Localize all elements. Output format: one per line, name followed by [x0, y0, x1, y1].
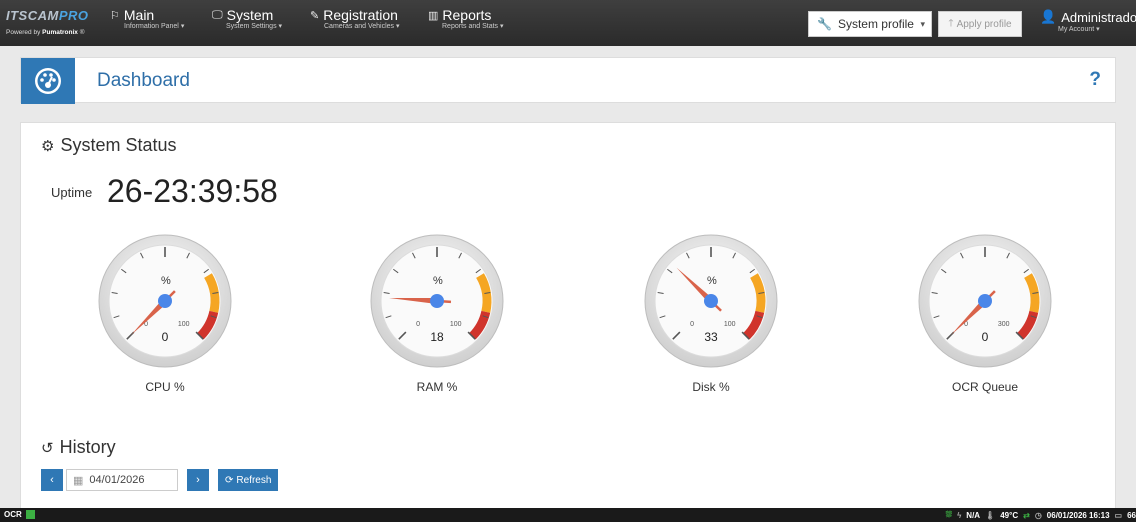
gauge-unit: %	[161, 275, 171, 287]
wrench-icon: 🔧	[817, 17, 832, 31]
dashboard-gauge-icon: ⚙	[41, 137, 55, 155]
disk-usage-value: 66	[1127, 510, 1136, 520]
nav-registration-title: Registration	[323, 7, 398, 23]
gauge-disk-dial: 0 100% 33	[644, 234, 778, 368]
monitor-icon: 🖵	[212, 8, 223, 21]
refresh-label: Refresh	[236, 474, 272, 486]
uptime-label: Uptime	[51, 185, 93, 200]
disk-icon: ▭	[1114, 510, 1123, 520]
powered-by-text: Powered by Pumatronix ®	[6, 29, 85, 36]
power-icon: ϟ	[957, 510, 962, 520]
gauge-hub	[978, 294, 992, 308]
flag-icon: ⚐	[110, 9, 120, 22]
gauge-cpu-dial: 0 100%0	[98, 234, 232, 368]
gauge-value: 0	[982, 330, 989, 344]
nav-reports[interactable]: ▥ Reports Reports and Stats	[428, 8, 504, 40]
power-status: N/A	[966, 510, 981, 520]
account-menu[interactable]: 👤 Administrador My Account	[1040, 9, 1136, 33]
edit-icon: ✎	[310, 9, 320, 22]
nav-main[interactable]: ⚐ Main Information Panel	[110, 8, 184, 40]
gauge-ocr-label: OCR Queue	[951, 380, 1019, 394]
help-icon[interactable]: ?	[1089, 69, 1101, 91]
arrow-up-icon: 🡑	[948, 17, 954, 29]
gauge-value: 33	[704, 330, 718, 344]
gauge-ram-dial: 0 100% 18	[370, 234, 504, 368]
refresh-button[interactable]: ⟳ Refresh	[218, 469, 279, 491]
user-icon: 👤	[1040, 9, 1057, 24]
gauge-cpu-label: CPU %	[145, 380, 185, 394]
gauge-value: 0	[162, 330, 169, 344]
gauge-disk: 0 100% 33	[641, 231, 781, 371]
clock-icon: ◷	[1034, 510, 1042, 520]
gauge-disk-label: Disk %	[692, 380, 730, 394]
chevron-down-icon: ▾	[920, 18, 925, 29]
history-title: History	[59, 437, 116, 457]
apply-profile-button[interactable]: 🡑 Apply profile	[938, 11, 1022, 37]
nav-registration[interactable]: ✎ Registration Cameras and Vehicles	[310, 8, 400, 40]
gauge-ram: 0 100% 18	[367, 231, 507, 371]
system-status-heading: ⚙ System Status	[41, 135, 177, 156]
nav-reports-subtitle: Reports and Stats	[442, 22, 504, 31]
gauge-min-label: 0	[416, 321, 420, 328]
thermometer-icon: 🌡	[985, 510, 996, 520]
history-date-value: 04/01/2026	[89, 474, 145, 486]
gauge-value: 18	[430, 330, 444, 344]
system-status-title: System Status	[60, 135, 177, 155]
history-icon: ↺	[41, 439, 54, 457]
nav-main-title: Main	[123, 7, 155, 23]
uptime-value: 26-23:39:58	[107, 173, 278, 209]
gauge-hub	[158, 294, 172, 308]
ocr-label: OCR	[4, 510, 22, 519]
gauge-min-label: 0	[690, 321, 694, 328]
datetime-value: 06/01/2026 16:13	[1046, 510, 1110, 520]
gauge-ocr-queue: 0 300 0	[915, 231, 1055, 371]
temperature-value: 49°C	[1000, 510, 1019, 520]
history-heading: ↺ History	[41, 437, 116, 458]
app-logo[interactable]: ITSCAMPRO Powered by Pumatronix ®	[6, 8, 96, 42]
bar-chart-icon: ▥	[428, 9, 439, 22]
system-profile-select[interactable]: 🔧 System profile ▾	[808, 11, 932, 37]
history-date-input[interactable]: ▦ 04/01/2026	[66, 469, 178, 491]
status-indicators: ⛆ ϟ N/A 🌡 49°C ⇄ ◷ 06/01/2026 16:13 ▭ 66	[946, 510, 1136, 520]
dashboard-icon	[21, 58, 75, 104]
nav-system-title: System	[226, 7, 274, 23]
gauge-max-label: 100	[724, 321, 736, 328]
sync-icon: ⇄	[1023, 510, 1030, 520]
page-title: Dashboard	[97, 70, 190, 91]
profile-select-value: System profile	[837, 17, 914, 31]
account-subtitle: My Account	[1058, 25, 1136, 33]
nav-reports-title: Reports	[442, 7, 492, 23]
logo-text: ITSCAMPRO	[6, 8, 89, 23]
dashboard-header: Dashboard ?	[20, 57, 1116, 104]
calendar-icon: ▦	[73, 474, 84, 487]
top-navigation-bar: ITSCAMPRO Powered by Pumatronix ® ⚐ Main …	[0, 0, 1136, 46]
gauge-hub	[704, 294, 718, 308]
previous-day-button[interactable]: ‹	[41, 469, 63, 491]
gauge-unit: %	[707, 275, 717, 287]
nav-main-subtitle: Information Panel	[124, 22, 184, 31]
gauge-max-label: 100	[450, 321, 462, 328]
history-controls: ‹ ▦ 04/01/2026 › ⟳ Refresh	[41, 468, 279, 492]
gauge-max-label: 100	[178, 321, 190, 328]
gauge-ocr-dial: 0 3000	[918, 234, 1052, 368]
nav-registration-subtitle: Cameras and Vehicles	[324, 22, 400, 31]
gauge-ram-label: RAM %	[416, 380, 458, 394]
ok-check-icon	[25, 510, 35, 519]
gauge-cpu: 0 100% 0	[95, 231, 235, 371]
next-day-button[interactable]: ›	[187, 469, 209, 491]
status-bar: OCR ⛆ ϟ N/A 🌡 49°C ⇄ ◷ 06/01/2026 16:13 …	[0, 508, 1136, 522]
nav-system-subtitle: System Settings	[226, 22, 282, 31]
gauge-max-label: 300	[998, 321, 1010, 328]
apply-profile-label: Apply profile	[956, 18, 1012, 30]
refresh-icon: ⟳	[225, 474, 234, 486]
nav-system[interactable]: 🖵 System System Settings	[212, 8, 282, 40]
system-status-panel: ⚙ System Status Uptime 26-23:39:58 0 100%…	[20, 122, 1116, 522]
ocr-status: OCR	[4, 510, 35, 519]
gauge-hub	[430, 294, 444, 308]
gauge-unit: %	[433, 275, 443, 287]
account-name: Administrador	[1061, 9, 1136, 25]
network-icon: ⛆	[945, 510, 953, 519]
